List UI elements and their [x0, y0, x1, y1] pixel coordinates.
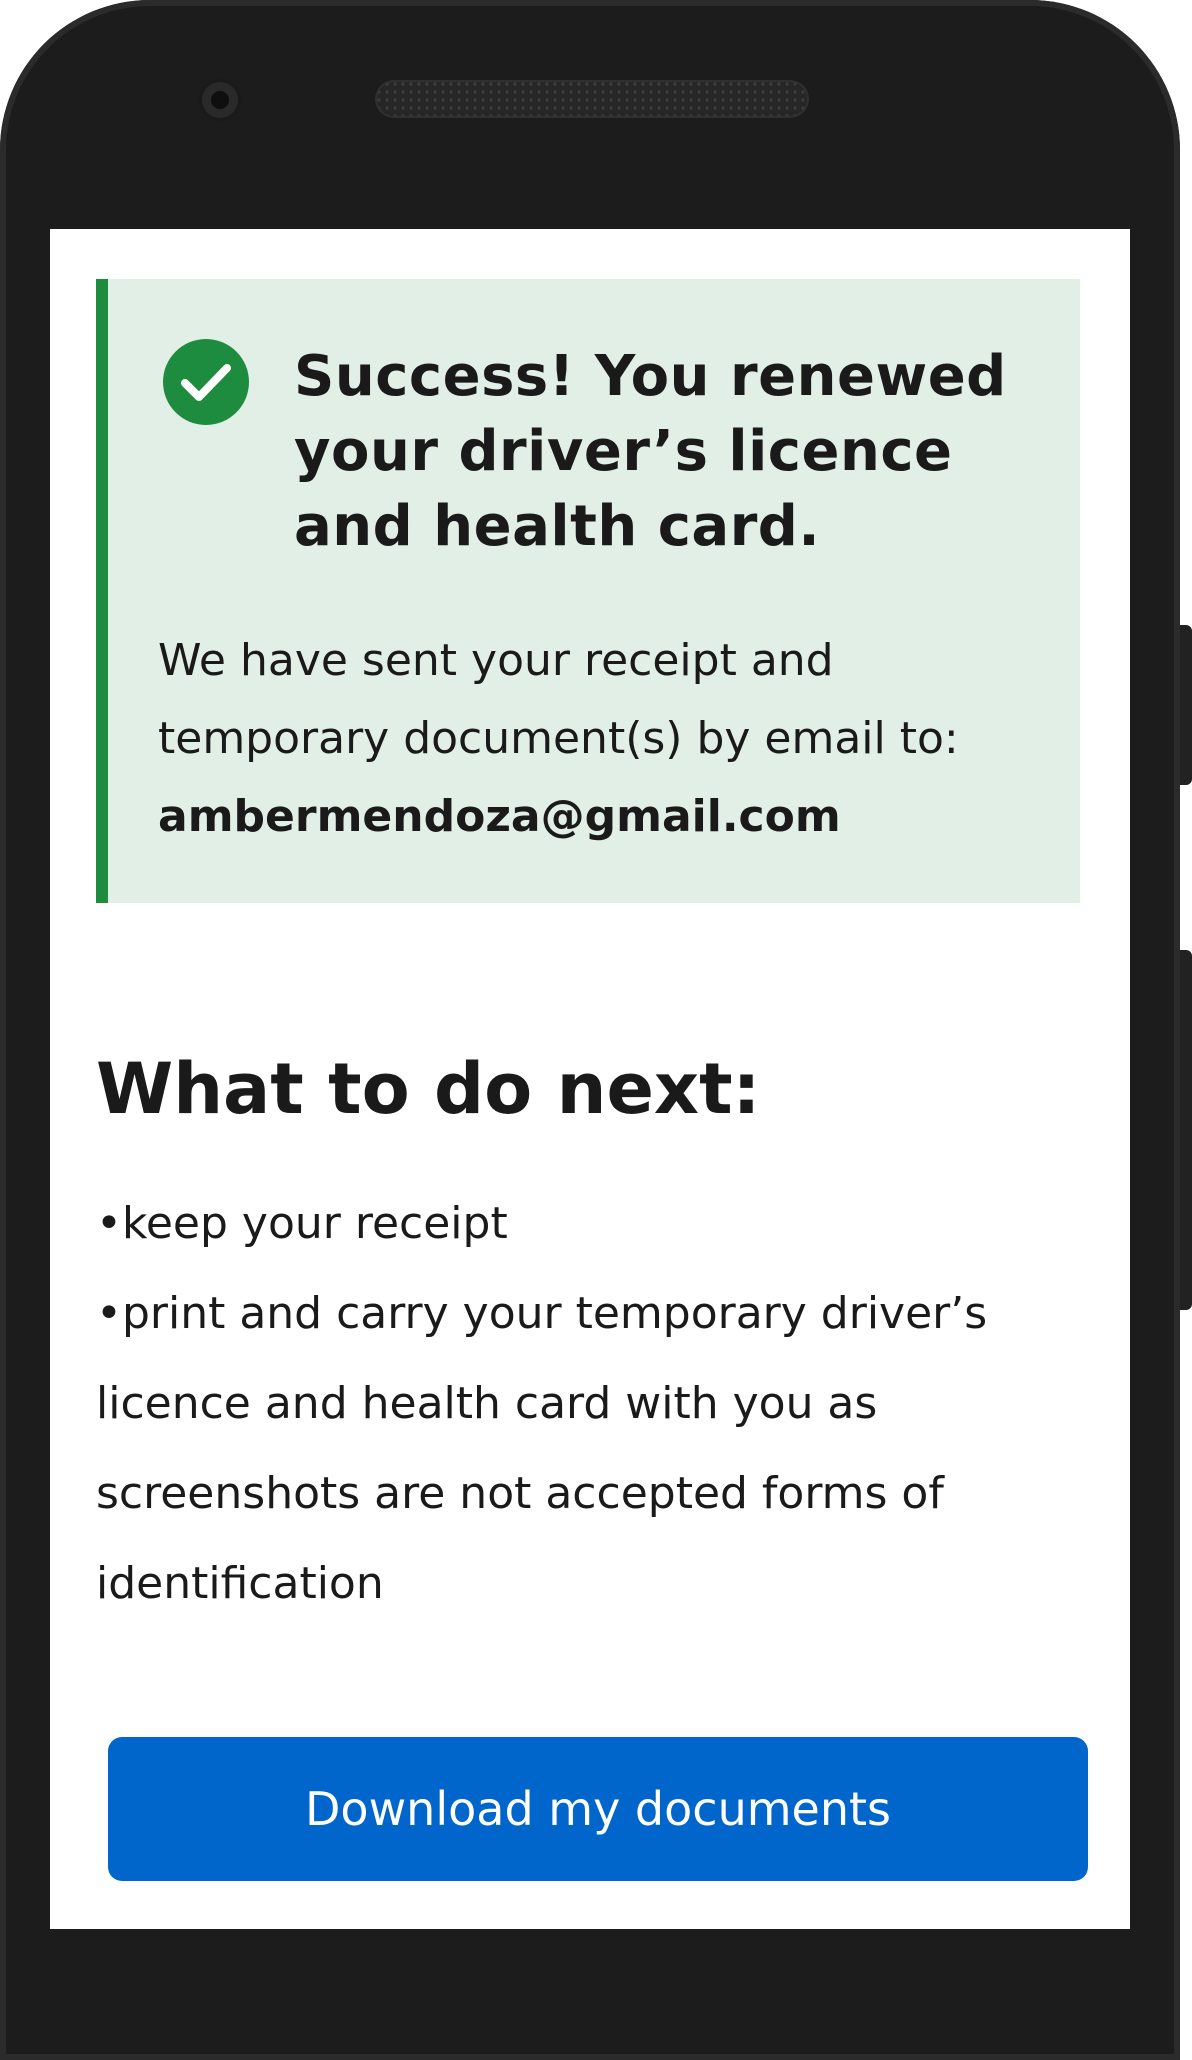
camera-icon [198, 78, 242, 122]
power-button [1180, 950, 1192, 1310]
success-message: We have sent your receipt and temporary … [158, 622, 1058, 856]
next-steps-list: keep your receipt print and carry your t… [96, 1179, 1056, 1629]
list-item: keep your receipt [96, 1179, 1056, 1269]
success-alert: Success! You renewed your driver’s licen… [96, 279, 1080, 903]
download-documents-button[interactable]: Download my documents [108, 1737, 1088, 1881]
phone-screen: Success! You renewed your driver’s licen… [50, 229, 1130, 1929]
check-circle-icon [163, 339, 249, 425]
success-title: Success! You renewed your driver’s licen… [294, 344, 1007, 559]
next-steps-heading: What to do next: [96, 1048, 761, 1130]
success-message-text: We have sent your receipt and temporary … [158, 635, 959, 764]
speaker-grille [375, 80, 809, 118]
list-item: print and carry your temporary driver’s … [96, 1269, 1056, 1629]
volume-button [1180, 625, 1192, 785]
email-address: ambermendoza@gmail.com [158, 791, 841, 842]
